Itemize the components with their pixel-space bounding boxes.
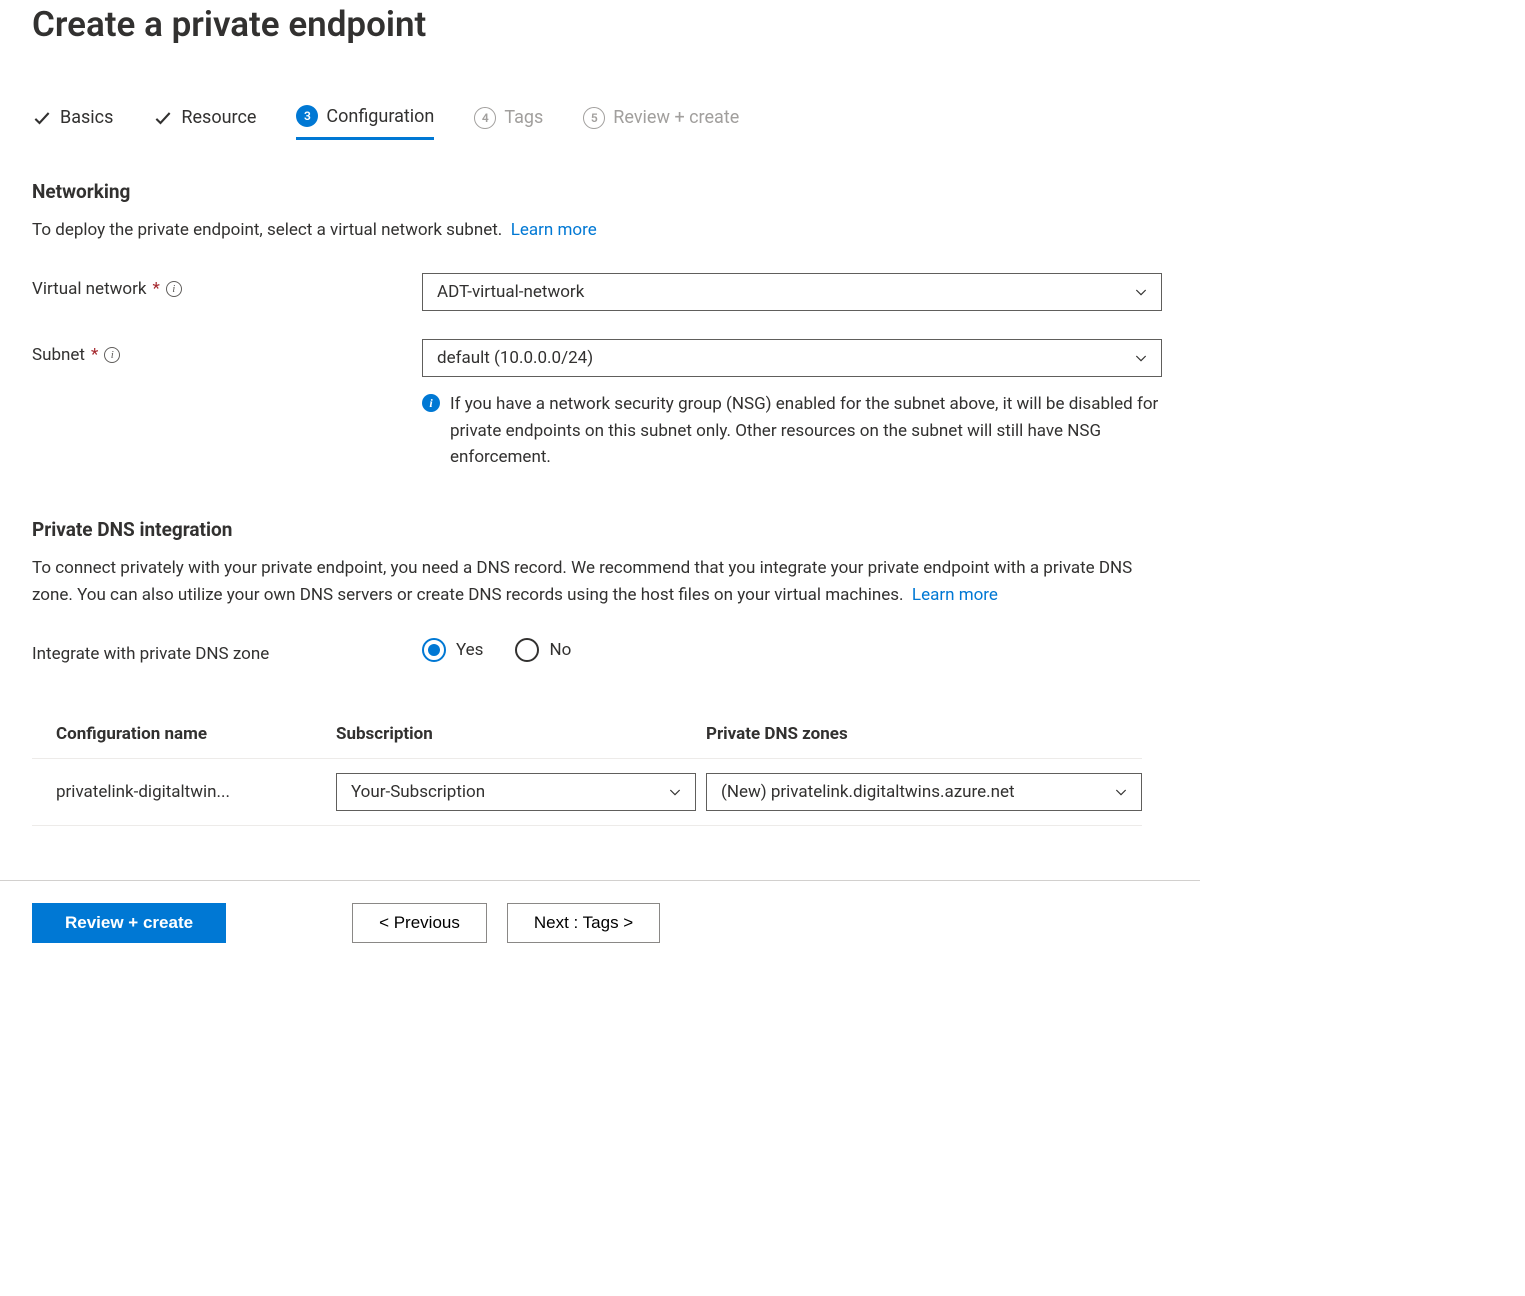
info-filled-icon: i bbox=[422, 394, 440, 412]
networking-section-heading: Networking bbox=[32, 180, 1168, 203]
next-button[interactable]: Next : Tags > bbox=[507, 903, 660, 943]
checkmark-icon bbox=[32, 108, 52, 128]
step-basics[interactable]: Basics bbox=[32, 105, 113, 140]
chevron-down-icon bbox=[1133, 350, 1149, 366]
chevron-down-icon bbox=[667, 784, 683, 800]
radio-icon bbox=[515, 638, 539, 662]
subnet-select[interactable]: default (10.0.0.0/24) bbox=[422, 339, 1162, 377]
step-configuration[interactable]: 3 Configuration bbox=[296, 105, 434, 140]
step-number-icon: 4 bbox=[474, 107, 496, 129]
dns-section-heading: Private DNS integration bbox=[32, 518, 1168, 541]
wizard-footer: Review + create < Previous Next : Tags > bbox=[0, 880, 1200, 943]
chevron-down-icon bbox=[1133, 284, 1149, 300]
step-review-create[interactable]: 5 Review + create bbox=[583, 105, 739, 140]
subnet-nsg-note-text: If you have a network security group (NS… bbox=[450, 391, 1162, 470]
integrate-dns-row: Integrate with private DNS zone Yes No bbox=[32, 638, 1168, 664]
subnet-row: Subnet * i default (10.0.0.0/24) i If yo… bbox=[32, 339, 1168, 470]
step-number-icon: 3 bbox=[296, 105, 318, 127]
step-tags[interactable]: 4 Tags bbox=[474, 105, 543, 140]
previous-button[interactable]: < Previous bbox=[352, 903, 487, 943]
chevron-down-icon bbox=[1113, 784, 1129, 800]
networking-section-description: To deploy the private endpoint, select a… bbox=[32, 217, 1168, 243]
step-label: Configuration bbox=[326, 106, 434, 127]
step-number-icon: 5 bbox=[583, 107, 605, 129]
subnet-label: Subnet bbox=[32, 345, 85, 365]
integrate-dns-label: Integrate with private DNS zone bbox=[32, 644, 269, 664]
config-name-cell: privatelink-digitaltwin... bbox=[56, 782, 326, 802]
radio-label: No bbox=[549, 640, 571, 660]
review-create-button[interactable]: Review + create bbox=[32, 903, 226, 943]
subnet-value: default (10.0.0.0/24) bbox=[437, 348, 593, 368]
required-asterisk: * bbox=[91, 345, 98, 365]
table-header-subscription: Subscription bbox=[336, 724, 696, 744]
checkmark-icon bbox=[153, 108, 173, 128]
integrate-dns-yes-radio[interactable]: Yes bbox=[422, 638, 483, 662]
dns-config-table: Configuration name Subscription Private … bbox=[32, 710, 1142, 826]
step-label: Basics bbox=[60, 107, 113, 128]
info-icon[interactable]: i bbox=[166, 281, 182, 297]
virtual-network-row: Virtual network * i ADT-virtual-network bbox=[32, 273, 1168, 311]
integrate-dns-no-radio[interactable]: No bbox=[515, 638, 571, 662]
subnet-nsg-note: i If you have a network security group (… bbox=[422, 391, 1162, 470]
radio-label: Yes bbox=[456, 640, 483, 660]
private-dns-zone-select[interactable]: (New) privatelink.digitaltwins.azure.net bbox=[706, 773, 1142, 811]
integrate-dns-radio-group: Yes No bbox=[422, 638, 1162, 662]
networking-learn-more-link[interactable]: Learn more bbox=[511, 220, 597, 240]
step-label: Review + create bbox=[613, 107, 739, 128]
info-icon[interactable]: i bbox=[104, 347, 120, 363]
required-asterisk: * bbox=[152, 279, 159, 299]
subscription-select[interactable]: Your-Subscription bbox=[336, 773, 696, 811]
wizard-steps: Basics Resource 3 Configuration 4 Tags 5… bbox=[32, 105, 1168, 140]
page-title: Create a private endpoint bbox=[32, 4, 1168, 45]
virtual-network-value: ADT-virtual-network bbox=[437, 282, 584, 302]
subscription-value: Your-Subscription bbox=[351, 782, 485, 802]
virtual-network-label: Virtual network bbox=[32, 279, 146, 299]
step-resource[interactable]: Resource bbox=[153, 105, 256, 140]
networking-description-text: To deploy the private endpoint, select a… bbox=[32, 220, 502, 240]
table-row: privatelink-digitaltwin... Your-Subscrip… bbox=[32, 759, 1142, 826]
private-dns-zone-value: (New) privatelink.digitaltwins.azure.net bbox=[721, 782, 1015, 802]
table-header-private-dns-zones: Private DNS zones bbox=[706, 724, 1142, 744]
virtual-network-select[interactable]: ADT-virtual-network bbox=[422, 273, 1162, 311]
step-label: Resource bbox=[181, 107, 256, 128]
table-header-row: Configuration name Subscription Private … bbox=[32, 710, 1142, 759]
dns-section-description: To connect privately with your private e… bbox=[32, 555, 1168, 608]
radio-icon bbox=[422, 638, 446, 662]
table-header-config-name: Configuration name bbox=[56, 724, 326, 744]
step-label: Tags bbox=[504, 107, 543, 128]
dns-learn-more-link[interactable]: Learn more bbox=[912, 585, 998, 605]
